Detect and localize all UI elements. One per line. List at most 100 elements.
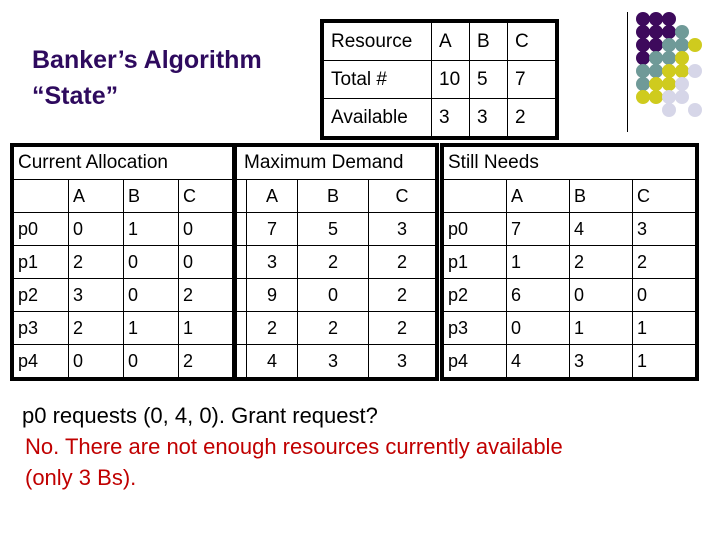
cell: p0 — [443, 212, 507, 246]
still-needs-table: Still Needs A B C p0 7 4 3 p1 1 2 2 p2 6 0 0 p3 0 1 1 p4… — [440, 143, 699, 381]
question-text: p0 requests (0, 4, 0). Grant request? — [22, 403, 378, 428]
cell: 7 — [506, 212, 570, 246]
header-cell: B — [569, 179, 633, 213]
table-row: 222 — [235, 311, 436, 345]
cell: p1 — [443, 245, 507, 279]
cell: 0 — [569, 278, 633, 312]
cell: 1 — [632, 344, 696, 378]
cell: 1 — [632, 311, 696, 345]
header-cell — [443, 179, 507, 213]
table-row: 433 — [235, 344, 436, 378]
answer-line-2: (only 3 Bs). — [25, 465, 137, 490]
table-row: 322 — [235, 245, 436, 279]
cell: 0 — [123, 278, 179, 312]
slide-title: Banker’s Algorithm “State” — [32, 42, 262, 114]
dot — [662, 103, 676, 117]
header-cell: A — [68, 179, 124, 213]
cell: 2 — [68, 245, 124, 279]
dot — [649, 25, 663, 39]
dot — [662, 51, 676, 65]
dot — [649, 90, 663, 104]
header-cell — [13, 179, 69, 213]
cell: p4 — [13, 344, 69, 378]
dot — [649, 51, 663, 65]
spacer-cell — [235, 311, 247, 345]
table-title: Still Needs — [443, 146, 696, 180]
dot — [675, 38, 689, 52]
answer-line-1: No. There are not enough resources curre… — [25, 434, 563, 459]
cell: 3 — [431, 98, 470, 137]
cell: 3 — [368, 344, 436, 378]
cell: p2 — [13, 278, 69, 312]
table-row: p2 6 0 0 — [443, 278, 696, 312]
dot — [636, 77, 650, 91]
cell: 2 — [68, 311, 124, 345]
table-row: p0 7 4 3 — [443, 212, 696, 246]
maximum-demand-table: Maximum Demand A B C 753322902222433 — [232, 143, 439, 381]
cell: 1 — [506, 245, 570, 279]
dot — [675, 25, 689, 39]
cell: 1 — [123, 311, 179, 345]
cell: 3 — [632, 212, 696, 246]
dot — [662, 38, 676, 52]
header-cell: B — [297, 179, 369, 213]
dot — [662, 64, 676, 78]
column-header-row: A B C — [235, 179, 436, 213]
title-line-2: “State” — [32, 82, 119, 110]
cell: p4 — [443, 344, 507, 378]
dot — [649, 77, 663, 91]
dot — [649, 64, 663, 78]
cell: p3 — [443, 311, 507, 345]
dot — [636, 38, 650, 52]
table-row: 902 — [235, 278, 436, 312]
cell: 1 — [569, 311, 633, 345]
cell: 0 — [123, 245, 179, 279]
cell: 5 — [469, 60, 508, 99]
cell: p1 — [13, 245, 69, 279]
cell: 3 — [297, 344, 369, 378]
dot — [675, 77, 689, 91]
cell: 0 — [632, 278, 696, 312]
cell: 9 — [246, 278, 298, 312]
cell: 0 — [178, 212, 234, 246]
spacer-cell — [235, 212, 247, 246]
dot — [649, 38, 663, 52]
dot — [662, 77, 676, 91]
cell: 0 — [68, 344, 124, 378]
cell: 1 — [123, 212, 179, 246]
header-cell: Resource — [323, 22, 432, 61]
cell: 0 — [178, 245, 234, 279]
dot — [675, 90, 689, 104]
header-cell: A — [506, 179, 570, 213]
dot — [662, 12, 676, 26]
cell: 0 — [297, 278, 369, 312]
header-cell: C — [178, 179, 234, 213]
spacer-cell — [235, 245, 247, 279]
cell: 0 — [506, 311, 570, 345]
table-row: p4 0 0 2 — [13, 344, 234, 378]
divider-line — [627, 12, 628, 132]
cell: 2 — [632, 245, 696, 279]
cell: 10 — [431, 60, 470, 99]
header-cell: A — [246, 179, 298, 213]
dot — [675, 51, 689, 65]
cell: p3 — [13, 311, 69, 345]
cell: 2 — [569, 245, 633, 279]
dot — [636, 90, 650, 104]
spacer-cell — [235, 278, 247, 312]
header-cell: C — [368, 179, 436, 213]
cell: 0 — [123, 344, 179, 378]
cell: 0 — [68, 212, 124, 246]
dot — [688, 38, 702, 52]
header-cell: B — [123, 179, 179, 213]
table-row: p3 0 1 1 — [443, 311, 696, 345]
cell: 3 — [68, 278, 124, 312]
spacer-cell — [235, 179, 247, 213]
table-title: Maximum Demand — [235, 146, 436, 180]
cell: 2 — [368, 245, 436, 279]
dot — [636, 51, 650, 65]
header-cell: A — [431, 22, 470, 61]
column-header-row: A B C — [443, 179, 696, 213]
table-title: Current Allocation — [13, 146, 234, 180]
header-cell: C — [632, 179, 696, 213]
